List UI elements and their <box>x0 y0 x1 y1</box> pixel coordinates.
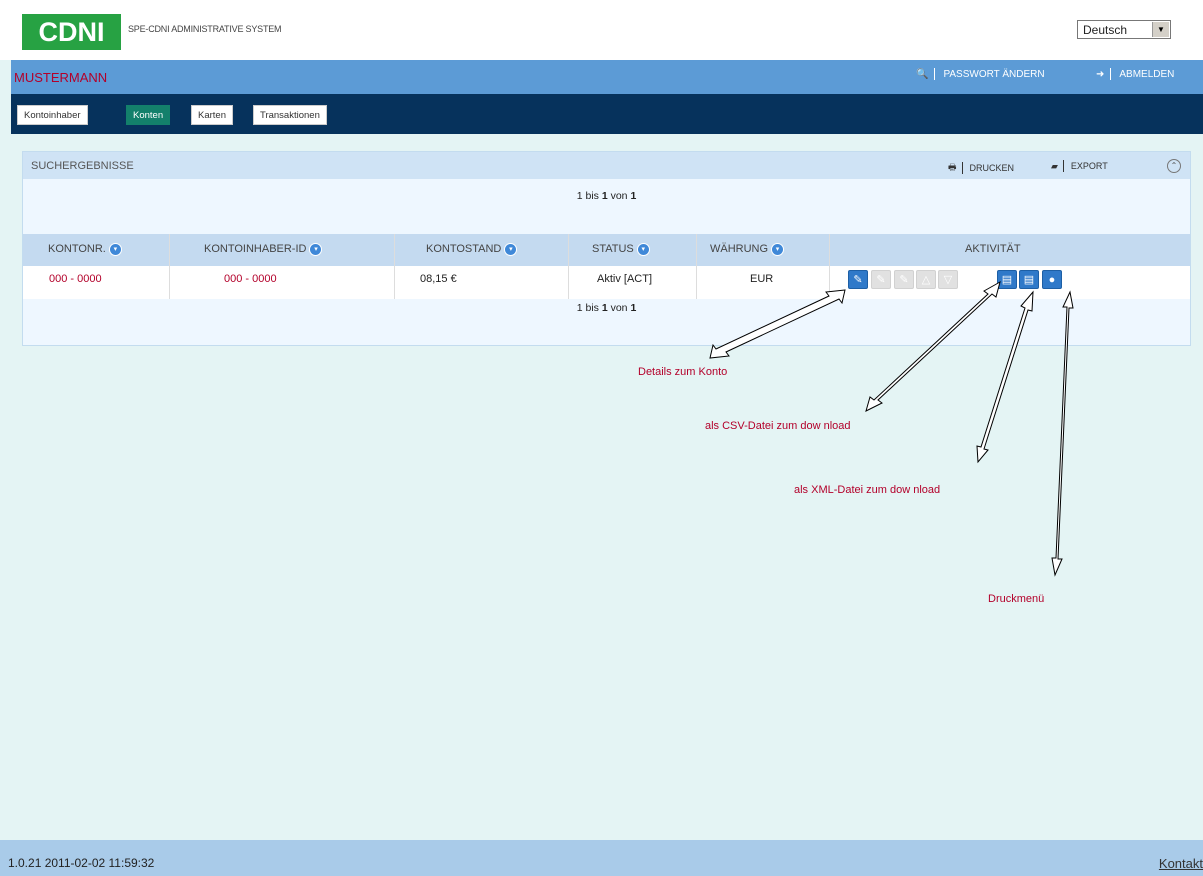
annotation-csv: als CSV-Datei zum dow nload <box>705 420 851 432</box>
arrow-xml <box>976 290 1034 464</box>
arrow-csv <box>865 280 1001 412</box>
annotation-print: Druckmenü <box>988 593 1045 605</box>
arrow-print <box>1051 290 1074 577</box>
annotation-arrows <box>709 280 1074 577</box>
contact-link[interactable]: Kontakt <box>1159 856 1203 871</box>
arrow-details <box>709 289 846 359</box>
annotation-xml: als XML-Datei zum dow nload <box>794 484 941 496</box>
annotation-details: Details zum Konto <box>638 366 728 378</box>
version-info: 1.0.21 2011-02-02 11:59:32 <box>8 856 155 870</box>
footer: 1.0.21 2011-02-02 11:59:32 Kontakt <box>0 840 1203 876</box>
